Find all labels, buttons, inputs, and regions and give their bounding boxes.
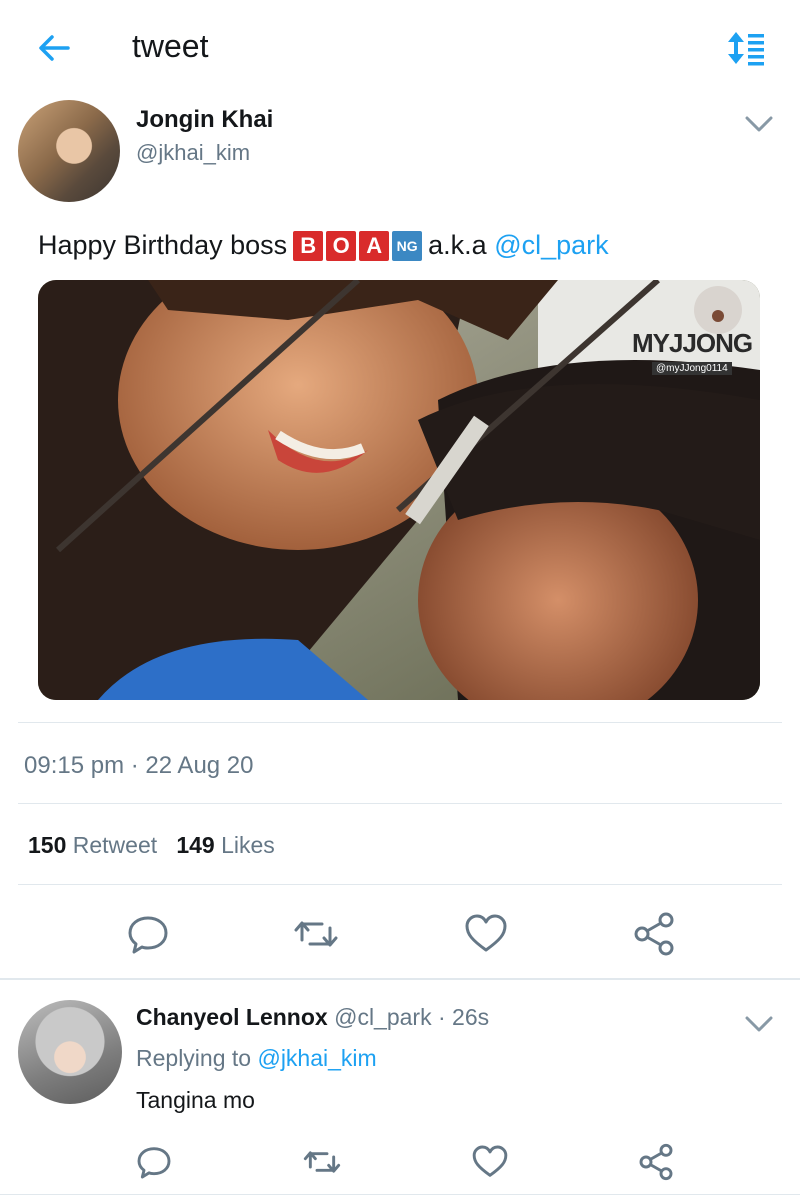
reply-icon bbox=[137, 1147, 171, 1179]
emoji-letter-o: O bbox=[326, 230, 357, 261]
emoji-ng: NG bbox=[392, 230, 423, 261]
replying-handle[interactable]: @jkhai_kim bbox=[257, 1045, 376, 1071]
tweet-text-prefix: Happy Birthday boss bbox=[38, 230, 288, 260]
reply-time: · 26s bbox=[437, 1004, 490, 1030]
divider bbox=[0, 978, 800, 980]
divider bbox=[18, 803, 782, 804]
heart-icon bbox=[465, 914, 507, 952]
like-button[interactable] bbox=[462, 910, 510, 958]
likes-count[interactable]: 149 bbox=[176, 832, 214, 858]
reply-avatar[interactable] bbox=[18, 1000, 122, 1104]
mention-link[interactable]: @cl_park bbox=[494, 230, 608, 261]
share-icon bbox=[639, 1143, 673, 1181]
reply-more-options-button[interactable] bbox=[744, 1014, 774, 1034]
tweet-text: Happy Birthday boss B O A NG a.k.a @cl_p… bbox=[38, 230, 609, 261]
reply-author-name[interactable]: Chanyeol Lennox bbox=[136, 1004, 328, 1030]
retweet-icon bbox=[303, 1151, 341, 1173]
heart-icon bbox=[472, 1145, 508, 1177]
retweet-label[interactable]: Retweet bbox=[73, 832, 157, 858]
reply-button[interactable] bbox=[124, 910, 172, 958]
replying-to: Replying to @jkhai_kim bbox=[136, 1045, 377, 1072]
author-name[interactable]: Jongin Khai bbox=[136, 106, 273, 134]
reply-like-button[interactable] bbox=[470, 1142, 510, 1182]
retweet-icon bbox=[294, 921, 338, 947]
emoji-letter-a: A bbox=[359, 230, 390, 261]
retweet-button[interactable] bbox=[292, 910, 340, 958]
replying-label: Replying to bbox=[136, 1045, 252, 1071]
reply-share-button[interactable] bbox=[636, 1142, 676, 1182]
tweet-timestamp: 09:15 pm · 22 Aug 20 bbox=[24, 752, 254, 779]
watermark-handle: @myJJong0114 bbox=[652, 362, 732, 375]
emoji-letters: B O A NG bbox=[293, 230, 423, 261]
retweet-count[interactable]: 150 bbox=[28, 832, 66, 858]
reply-icon bbox=[128, 916, 168, 954]
tweet-photo[interactable]: MYJJONG @myJJong0114 bbox=[38, 280, 760, 700]
reply-header: Chanyeol Lennox @cl_park · 26s bbox=[136, 1004, 489, 1031]
sort-icon bbox=[728, 32, 764, 66]
divider bbox=[18, 884, 782, 885]
avatar[interactable] bbox=[18, 100, 120, 202]
likes-label[interactable]: Likes bbox=[221, 832, 275, 858]
chevron-down-icon bbox=[745, 116, 773, 132]
more-options-button[interactable] bbox=[744, 114, 774, 134]
tweet-text-middle: a.k.a bbox=[428, 230, 487, 260]
reply-author-handle[interactable]: @cl_park bbox=[334, 1004, 432, 1030]
share-button[interactable] bbox=[630, 910, 678, 958]
sort-button[interactable] bbox=[724, 28, 770, 68]
arrow-left-icon bbox=[39, 35, 70, 61]
watermark-title: MYJJONG bbox=[632, 328, 753, 358]
chevron-down-icon bbox=[745, 1016, 773, 1032]
back-button[interactable] bbox=[34, 28, 78, 68]
divider bbox=[0, 1194, 800, 1195]
reply-retweet-button[interactable] bbox=[302, 1142, 342, 1182]
share-icon bbox=[634, 912, 674, 956]
divider bbox=[18, 722, 782, 723]
reply-text: Tangina mo bbox=[136, 1087, 255, 1113]
author-handle[interactable]: @jkhai_kim bbox=[136, 140, 250, 166]
tweet-stats: 150 Retweet 149 Likes bbox=[28, 832, 275, 859]
reply-reply-button[interactable] bbox=[134, 1142, 174, 1182]
page-title: tweet bbox=[132, 28, 209, 64]
emoji-letter-b: B bbox=[293, 230, 324, 261]
